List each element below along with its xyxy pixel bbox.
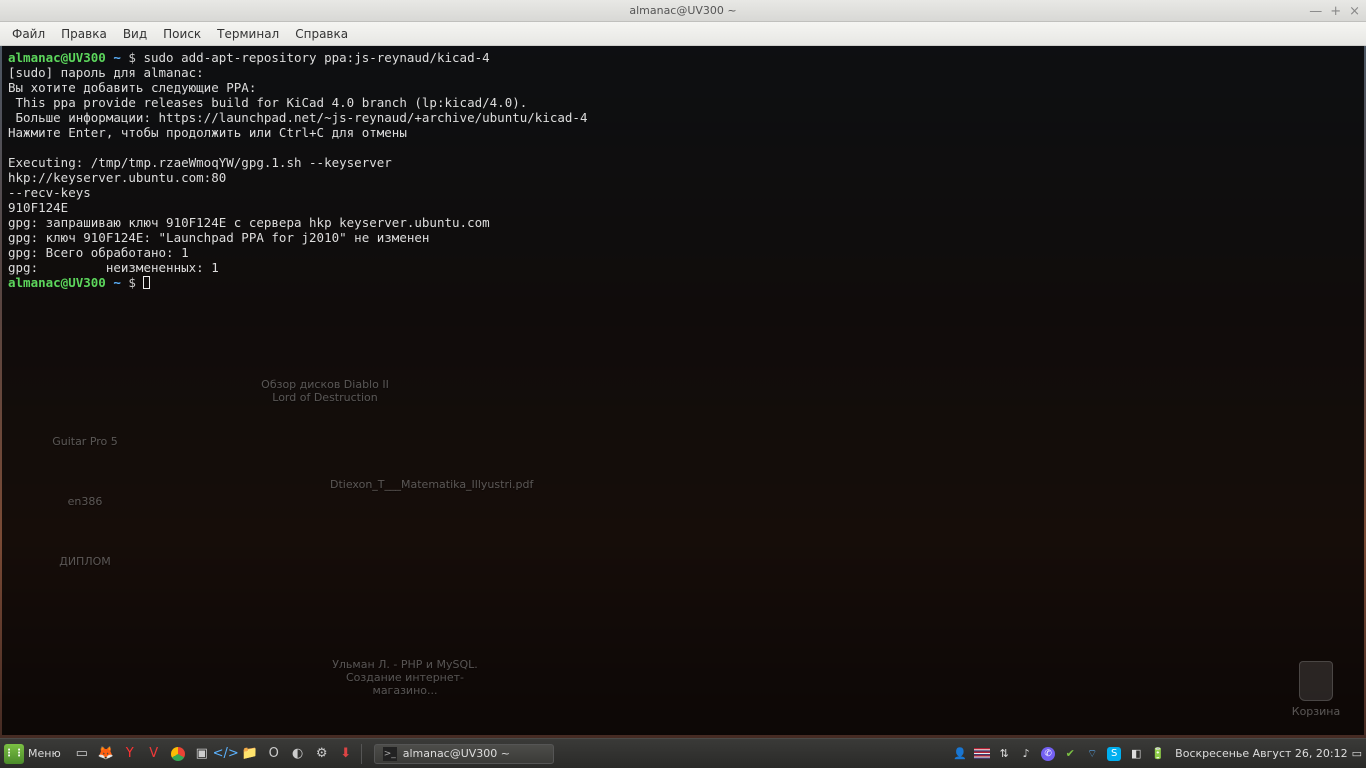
- output-line: gpg: Всего обработано: 1: [8, 245, 189, 260]
- music-icon[interactable]: ♪: [1017, 745, 1035, 763]
- output-line: --recv-keys: [8, 185, 91, 200]
- output-line: gpg: ключ 910F124E: "Launchpad PPA for j…: [8, 230, 429, 245]
- menubar: Файл Правка Вид Поиск Терминал Справка: [0, 22, 1366, 46]
- quick-launch: ▭ 🦊 Y V ▣ </> 📁 O ◐ ⚙ ⬇: [71, 743, 357, 765]
- transmission-icon[interactable]: ⬇: [335, 743, 357, 765]
- show-desktop-right-icon[interactable]: ▭: [1352, 747, 1362, 760]
- separator: [361, 744, 362, 764]
- desktop-label[interactable]: ДИПЛОМ: [10, 555, 160, 568]
- minimize-button[interactable]: —: [1309, 4, 1322, 19]
- code-icon[interactable]: </>: [215, 743, 237, 765]
- prompt-user: almanac@UV300: [8, 275, 106, 290]
- output-line: This ppa provide releases build for KiCa…: [8, 95, 527, 110]
- output-line: Вы хотите добавить следующие PPA:: [8, 80, 256, 95]
- opera-icon[interactable]: O: [263, 743, 285, 765]
- menu-edit[interactable]: Правка: [53, 24, 115, 44]
- output-line: gpg: неизмененных: 1: [8, 260, 219, 275]
- prompt-path: ~: [113, 50, 121, 65]
- output-line: hkp://keyserver.ubuntu.com:80: [8, 170, 226, 185]
- gear-icon[interactable]: ⚙: [311, 743, 333, 765]
- menu-help[interactable]: Справка: [287, 24, 356, 44]
- app-icon[interactable]: ◐: [287, 743, 309, 765]
- network-icon[interactable]: ⇅: [995, 745, 1013, 763]
- menu-search[interactable]: Поиск: [155, 24, 209, 44]
- menu-terminal[interactable]: Терминал: [209, 24, 287, 44]
- menu-file[interactable]: Файл: [4, 24, 53, 44]
- files-icon[interactable]: 📁: [239, 743, 261, 765]
- system-tray: 👤 ⇅ ♪ ✆ ✔ ⌔ S ◧ 🔋: [951, 745, 1167, 763]
- output-line: [sudo] пароль для almanac:: [8, 65, 211, 80]
- prompt-sep: $: [121, 50, 144, 65]
- updates-icon[interactable]: ✔: [1061, 745, 1079, 763]
- chrome-icon[interactable]: [167, 743, 189, 765]
- terminal-task-icon: >_: [383, 747, 397, 761]
- trash-icon: [1299, 661, 1333, 701]
- command-1: sudo add-apt-repository ppa:js-reynaud/k…: [143, 50, 489, 65]
- desktop-label[interactable]: Guitar Pro 5: [10, 435, 160, 448]
- desktop-label[interactable]: Dtiexon_T___Matematika_Illyustri.pdf: [330, 478, 480, 491]
- user-icon[interactable]: 👤: [951, 745, 969, 763]
- prompt-sep: $: [121, 275, 144, 290]
- close-button[interactable]: ×: [1349, 4, 1360, 19]
- prompt-user: almanac@UV300: [8, 50, 106, 65]
- desktop-label[interactable]: Ульман Л. - PHP и MySQL. Создание интерн…: [330, 658, 480, 697]
- prompt-path: ~: [113, 275, 121, 290]
- menu-view[interactable]: Вид: [115, 24, 155, 44]
- skype-tray-icon[interactable]: S: [1105, 745, 1123, 763]
- taskbar: ⋮⋮ Меню ▭ 🦊 Y V ▣ </> 📁 O ◐ ⚙ ⬇ >_ alman…: [0, 738, 1366, 768]
- terminal[interactable]: almanac@UV300 ~ $ sudo add-apt-repositor…: [2, 46, 1364, 735]
- output-line: gpg: запрашиваю ключ 910F124E с сервера …: [8, 215, 490, 230]
- trash-label: Корзина: [1286, 705, 1346, 718]
- task-terminal[interactable]: >_ almanac@UV300 ~: [374, 744, 554, 764]
- cursor: [143, 276, 150, 289]
- desktop-label[interactable]: Обзор дисков Diablo II Lord of Destructi…: [250, 378, 400, 404]
- maximize-button[interactable]: +: [1330, 4, 1341, 19]
- firefox-icon[interactable]: 🦊: [95, 743, 117, 765]
- start-menu[interactable]: Меню: [28, 747, 61, 760]
- terminal-icon[interactable]: ▣: [191, 743, 213, 765]
- output-line: Executing: /tmp/tmp.rzaeWmoqYW/gpg.1.sh …: [8, 155, 392, 170]
- task-label: almanac@UV300 ~: [403, 747, 510, 760]
- bluetooth-icon[interactable]: ⌔: [1083, 745, 1101, 763]
- window-title: almanac@UV300 ~: [629, 4, 736, 17]
- output-line: Нажмите Enter, чтобы продолжить или Ctrl…: [8, 125, 407, 140]
- viber-tray-icon[interactable]: ✆: [1039, 745, 1057, 763]
- tray-icon[interactable]: ◧: [1127, 745, 1145, 763]
- output-line: 910F124E: [8, 200, 68, 215]
- trash[interactable]: Корзина: [1286, 661, 1346, 718]
- clock[interactable]: Воскресенье Август 26, 20:12: [1175, 747, 1347, 760]
- yandex-icon[interactable]: Y: [119, 743, 141, 765]
- window-titlebar: almanac@UV300 ~ — + ×: [0, 0, 1366, 22]
- keyboard-layout-icon[interactable]: [973, 745, 991, 763]
- mint-menu-icon[interactable]: ⋮⋮: [4, 744, 24, 764]
- battery-icon[interactable]: 🔋: [1149, 745, 1167, 763]
- vivaldi-icon[interactable]: V: [143, 743, 165, 765]
- desktop-label[interactable]: en386: [10, 495, 160, 508]
- show-desktop-icon[interactable]: ▭: [71, 743, 93, 765]
- output-line: Больше информации: https://launchpad.net…: [8, 110, 587, 125]
